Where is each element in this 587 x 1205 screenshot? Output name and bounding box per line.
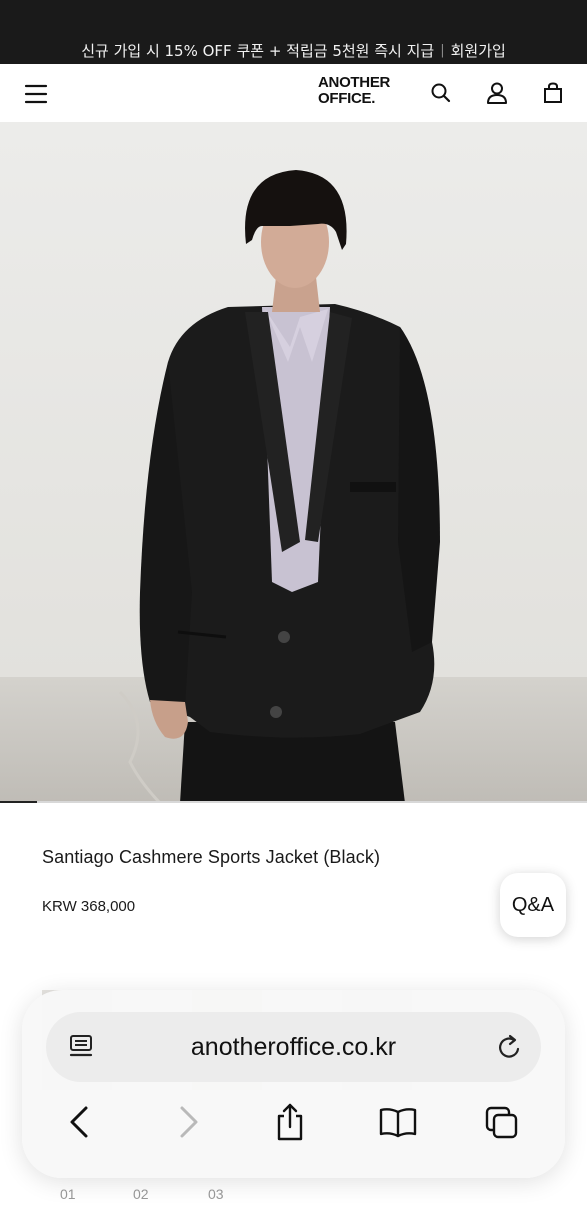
- product-name: Santiago Cashmere Sports Jacket (Black): [42, 847, 381, 867]
- account-icon[interactable]: [484, 80, 510, 106]
- status-bar: [0, 0, 587, 36]
- promo-banner[interactable]: 신규 가입 시 15% OFF 쿠폰 + 적립금 5천원 즉시 지급 | 회원가…: [0, 36, 587, 64]
- carousel-progress: [0, 801, 587, 803]
- signup-link[interactable]: 회원가입: [451, 40, 506, 61]
- bag-icon[interactable]: [540, 80, 566, 106]
- address-bar[interactable]: anotheroffice.co.kr: [46, 1012, 541, 1082]
- promo-text: 신규 가입 시 15% OFF 쿠폰 + 적립금 5천원 즉시 지급: [81, 41, 435, 60]
- site-header: ANOTHER OFFICE.: [0, 64, 587, 122]
- product-price: KRW 368,000: [42, 898, 136, 915]
- reload-icon[interactable]: [496, 1032, 524, 1062]
- share-icon[interactable]: [272, 1102, 308, 1142]
- brand-logo-line1: ANOTHER: [318, 74, 391, 91]
- browser-toolbar: anotheroffice.co.kr: [22, 990, 565, 1178]
- menu-icon[interactable]: [20, 80, 52, 108]
- forward-icon[interactable]: [170, 1102, 206, 1142]
- search-icon[interactable]: [428, 80, 454, 106]
- product-hero-image[interactable]: [0, 122, 587, 803]
- brand-logo-line2: OFFICE.: [318, 90, 376, 107]
- product-photo: [0, 122, 587, 803]
- brand-logo[interactable]: ANOTHER OFFICE.: [318, 75, 402, 107]
- bookmarks-icon[interactable]: [378, 1102, 418, 1142]
- url-text[interactable]: anotheroffice.co.kr: [46, 1012, 541, 1082]
- promo-separator: |: [440, 42, 445, 58]
- tabs-icon[interactable]: [484, 1102, 520, 1142]
- back-icon[interactable]: [62, 1102, 98, 1142]
- carousel-progress-fill: [0, 801, 37, 803]
- qa-button[interactable]: Q&A: [500, 873, 566, 937]
